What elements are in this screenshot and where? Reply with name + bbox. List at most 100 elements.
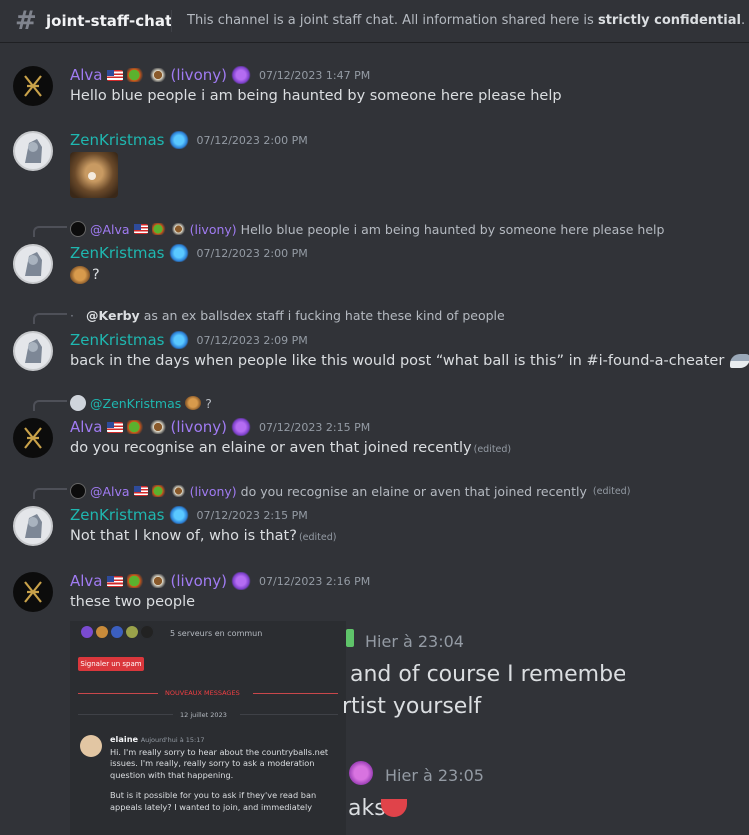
timestamp: 07/12/2023 2:16 PM — [258, 574, 371, 588]
avatar[interactable] — [13, 331, 53, 371]
dm-text: But is it possible for you to ask if the… — [110, 790, 317, 812]
avatar[interactable] — [13, 244, 53, 284]
reply-content: do you recognise an elaine or aven that … — [240, 483, 587, 499]
dm-author: elaine — [110, 734, 139, 744]
reply-author[interactable]: @ZenKristmas — [90, 396, 181, 411]
channel-topic[interactable]: This channel is a joint staff chat. All … — [187, 13, 749, 28]
username[interactable]: ZenKristmas — [70, 506, 165, 524]
edited-label: (edited) — [592, 485, 631, 497]
username[interactable]: ZenKristmas — [70, 244, 165, 262]
divider-line — [78, 714, 173, 715]
reply-tag: (livony) — [189, 221, 237, 237]
message-header: Alva (livony) 07/12/2023 1:47 PM — [70, 66, 370, 84]
reply-author[interactable]: @Alva — [90, 484, 130, 499]
avatar[interactable] — [13, 131, 53, 171]
message-line: rtist yourself — [342, 694, 482, 719]
divider-line — [78, 693, 158, 694]
reply-spine — [33, 400, 67, 411]
timestamp: 07/12/2023 2:00 PM — [196, 133, 308, 147]
message-content: these two people — [70, 594, 196, 610]
dm-message: elaine Aujourd'hui à 15:17 Hi. I'm reall… — [110, 734, 340, 813]
message-content: ? — [70, 266, 100, 284]
dm-time: Aujourd'hui à 15:17 — [140, 736, 205, 744]
role-icon[interactable] — [168, 244, 189, 262]
role-icon[interactable] — [168, 331, 189, 349]
reply-preview[interactable]: · @Kerby as an ex ballsdex staff i fucki… — [70, 308, 505, 323]
role-icon[interactable] — [230, 418, 251, 436]
lizard-icon — [126, 68, 145, 82]
username[interactable]: Alva — [70, 572, 103, 590]
reply-spine — [33, 226, 67, 237]
report-spam-button[interactable]: Signaler un spam — [78, 657, 144, 671]
reply-dot: · — [70, 308, 74, 323]
reply-content: as an ex ballsdex staff i fucking hate t… — [143, 308, 505, 323]
lizard-icon — [151, 485, 167, 497]
timestamp: 07/12/2023 1:47 PM — [258, 68, 371, 82]
reply-preview[interactable]: @ZenKristmas ? — [70, 395, 212, 411]
screenshot-attachment[interactable]: 5 serveurs en commun Signaler un spam NO… — [70, 621, 625, 835]
servers-in-common: 5 serveurs en commun — [170, 629, 263, 638]
message-header: Alva (livony) 07/12/2023 2:16 PM — [70, 572, 370, 590]
role-icon[interactable] — [230, 572, 251, 590]
message: Alva (livony) 07/12/2023 1:47 PM Hello b… — [0, 62, 749, 122]
edited-label: (edited) — [473, 444, 512, 455]
divider-line — [253, 693, 338, 694]
avatar[interactable] — [13, 66, 53, 106]
message: @ZenKristmas ? Alva (livony) 07/12/2023 … — [0, 392, 749, 464]
message: ZenKristmas 07/12/2023 2:00 PM — [0, 127, 749, 207]
role-icon[interactable] — [168, 131, 189, 149]
message-content: do you recognise an elaine or aven that … — [70, 440, 512, 456]
eagle-icon — [148, 420, 167, 434]
message-header: ZenKristmas 07/12/2023 2:00 PM — [70, 131, 308, 149]
reply-avatar — [70, 395, 86, 411]
role-icon[interactable] — [168, 506, 189, 524]
dm-text: Hi. I'm really sorry to hear about the c… — [110, 746, 329, 780]
avatar[interactable] — [13, 506, 53, 546]
image-attachment[interactable] — [70, 152, 118, 198]
timestamp: 07/12/2023 2:00 PM — [196, 246, 308, 260]
username[interactable]: ZenKristmas — [70, 131, 165, 149]
gem-icon — [346, 629, 354, 647]
header-divider — [171, 10, 172, 32]
eagle-icon — [170, 485, 186, 497]
hamster-emoji-icon — [185, 396, 202, 410]
lizard-icon — [126, 574, 145, 588]
message-header: Alva (livony) 07/12/2023 2:15 PM — [70, 418, 370, 436]
new-messages-divider: NOUVEAUX MESSAGES — [70, 687, 338, 699]
username[interactable]: Alva — [70, 418, 103, 436]
reply-preview[interactable]: @Alva (livony) Hello blue people i am be… — [70, 221, 664, 237]
lizard-icon — [126, 420, 145, 434]
channel-name: joint-staff-chat — [46, 12, 173, 30]
flag-icon — [106, 69, 123, 81]
message: Alva (livony) 07/12/2023 2:16 PM these t… — [0, 568, 749, 618]
flag-icon — [133, 486, 148, 496]
message: @Alva (livony) do you recognise an elain… — [0, 480, 749, 552]
reply-content: ? — [205, 395, 212, 411]
flag-icon — [106, 421, 123, 433]
avatar[interactable] — [13, 572, 53, 612]
reply-author[interactable]: @Alva — [90, 222, 130, 237]
message-header: ZenKristmas 07/12/2023 2:15 PM — [70, 506, 308, 524]
message-content: Not that I know of, who is that? (edited) — [70, 528, 337, 544]
role-icon[interactable] — [230, 66, 251, 84]
message-content: back in the days when people like this w… — [70, 353, 749, 369]
hamster-emoji-icon — [70, 266, 90, 284]
eagle-icon — [148, 574, 167, 588]
message-header: ZenKristmas 07/12/2023 2:09 PM — [70, 331, 308, 349]
hashtag-icon: # — [15, 6, 37, 36]
username[interactable]: ZenKristmas — [70, 331, 165, 349]
lizard-icon — [151, 223, 167, 235]
message: @Alva (livony) Hello blue people i am be… — [0, 218, 749, 290]
server-icon — [125, 625, 139, 639]
server-icon — [140, 625, 154, 639]
message-time: Hier à 23:05 — [385, 766, 484, 785]
username-tag: (livony) — [170, 572, 227, 590]
timestamp: 07/12/2023 2:15 PM — [258, 420, 371, 434]
avatar[interactable] — [13, 418, 53, 458]
reply-avatar — [70, 221, 86, 237]
reply-author[interactable]: @Kerby — [86, 308, 140, 323]
username[interactable]: Alva — [70, 66, 103, 84]
reply-preview[interactable]: @Alva (livony) do you recognise an elain… — [70, 483, 630, 499]
timestamp: 07/12/2023 2:09 PM — [196, 333, 308, 347]
message-header: ZenKristmas 07/12/2023 2:00 PM — [70, 244, 308, 262]
